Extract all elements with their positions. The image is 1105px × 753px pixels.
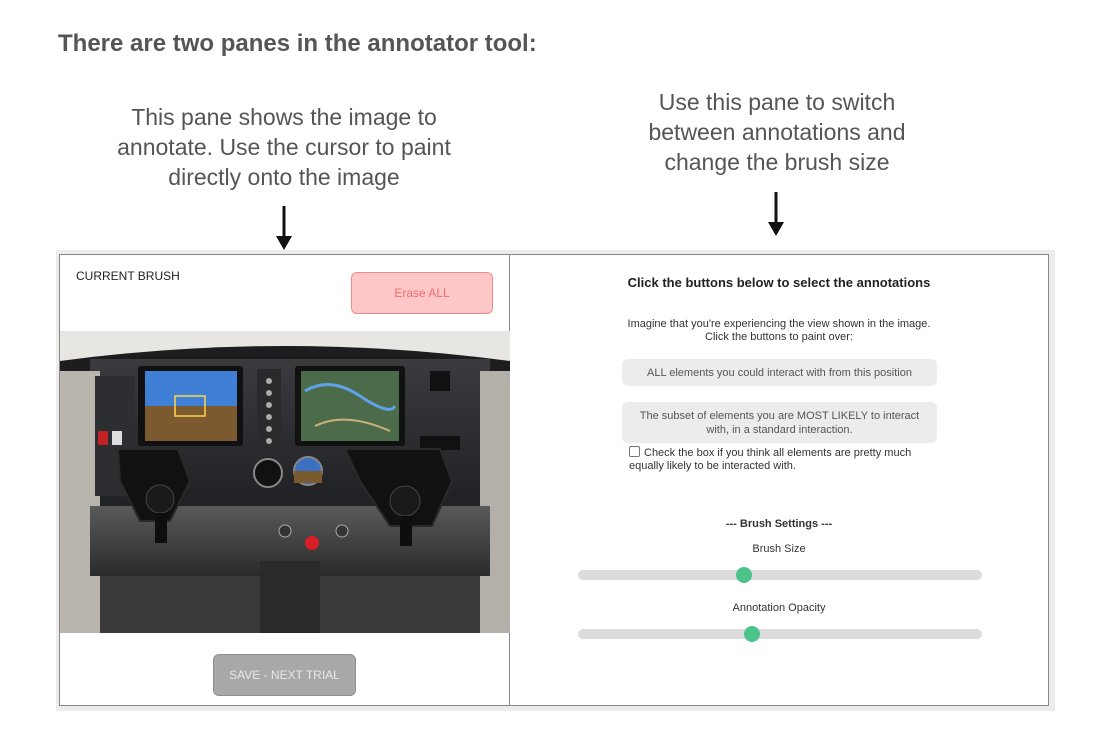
save-next-trial-button[interactable]: SAVE - NEXT TRIAL bbox=[213, 654, 356, 696]
image-pane: CURRENT BRUSH Erase ALL SAVE - NEXT TRIA… bbox=[60, 255, 510, 705]
annotate-most-likely-button[interactable]: The subset of elements you are MOST LIKE… bbox=[622, 402, 937, 443]
page-heading: There are two panes in the annotator too… bbox=[58, 30, 537, 57]
down-arrow-icon bbox=[276, 206, 292, 250]
equally-likely-checkbox-label: Check the box if you think all elements … bbox=[629, 447, 912, 472]
cockpit-photo bbox=[60, 331, 510, 633]
annotate-all-elements-button[interactable]: ALL elements you could interact with fro… bbox=[622, 359, 937, 386]
left-pane-caption: This pane shows the image to annotate. U… bbox=[117, 104, 451, 190]
down-arrow-icon bbox=[768, 192, 784, 236]
annotator-tool: CURRENT BRUSH Erase ALL SAVE - NEXT TRIA… bbox=[59, 254, 1049, 706]
brush-settings-heading: --- Brush Settings --- bbox=[725, 518, 833, 530]
current-brush-label: CURRENT BRUSH bbox=[76, 269, 180, 283]
right-pane-caption: Use this pane to switch between annotati… bbox=[648, 89, 906, 175]
erase-all-button[interactable]: Erase ALL bbox=[351, 272, 493, 314]
controls-pane: Click the buttons below to select the an… bbox=[510, 255, 1048, 705]
annotation-opacity-label: Annotation Opacity bbox=[732, 602, 826, 614]
annotation-opacity-slider-handle[interactable] bbox=[743, 626, 760, 642]
annotation-canvas[interactable] bbox=[60, 331, 510, 633]
equally-likely-checkbox-row: Check the box if you think all elements … bbox=[629, 446, 929, 473]
brush-size-label: Brush Size bbox=[752, 543, 806, 555]
annotation-opacity-slider[interactable] bbox=[578, 626, 982, 642]
brush-size-slider-handle[interactable] bbox=[735, 567, 752, 583]
equally-likely-checkbox[interactable] bbox=[629, 446, 640, 457]
brush-size-slider[interactable] bbox=[578, 567, 982, 583]
controls-title: Click the buttons below to select the an… bbox=[627, 275, 931, 290]
controls-instruction: Imagine that you're experiencing the vie… bbox=[627, 318, 931, 343]
